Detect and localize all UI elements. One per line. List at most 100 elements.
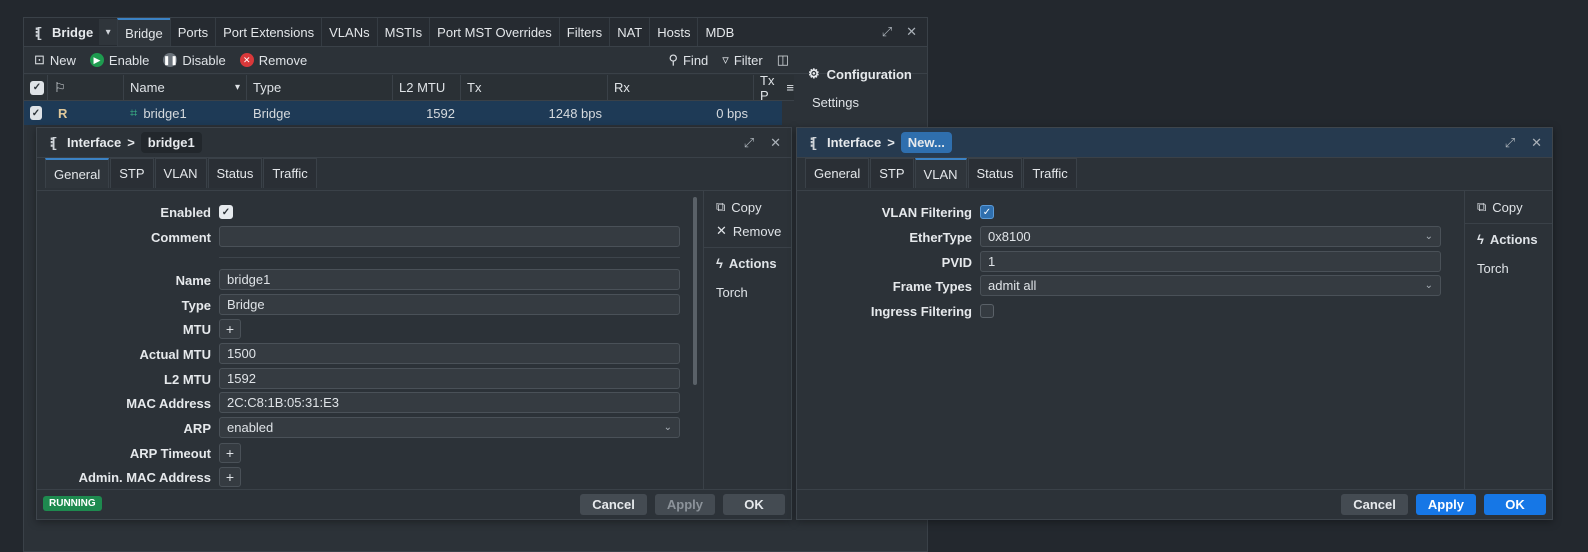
admin-mac-add-button[interactable]: + bbox=[219, 467, 241, 487]
arp-select[interactable]: enabled ⌄ bbox=[219, 417, 680, 438]
tab-stp[interactable]: STP bbox=[110, 158, 154, 188]
apply-button[interactable]: Apply bbox=[654, 494, 715, 515]
frame-types-select[interactable]: admit all ⌄ bbox=[980, 275, 1441, 296]
column-l2mtu[interactable]: L2 MTU bbox=[393, 75, 461, 100]
column-name[interactable]: Name ▾ bbox=[124, 75, 247, 100]
breadcrumb-separator: > bbox=[887, 135, 895, 150]
settings-link[interactable]: Settings bbox=[796, 86, 929, 119]
close-icon[interactable]: ✕ bbox=[906, 24, 917, 40]
tab-traffic[interactable]: Traffic bbox=[263, 158, 317, 188]
bridge-toolbar: ⊡ New ▶ Enable ❚❚ Disable ✕ Remove bbox=[24, 47, 927, 74]
iface2-breadcrumb: New... bbox=[900, 132, 952, 153]
iface1-title: Interface bbox=[67, 135, 122, 150]
new-label: New bbox=[49, 52, 76, 68]
tab-port-extensions[interactable]: Port Extensions bbox=[215, 18, 321, 46]
maximize-icon[interactable]: ⤢ bbox=[882, 24, 892, 40]
tab-hosts[interactable]: Hosts bbox=[649, 18, 697, 46]
cancel-button[interactable]: Cancel bbox=[1341, 494, 1408, 515]
panel-toggle-icon[interactable]: ◫ bbox=[777, 52, 789, 68]
remove-button[interactable]: ✕ Remove bbox=[239, 52, 308, 68]
close-icon[interactable]: ✕ bbox=[1531, 135, 1542, 151]
divider bbox=[704, 247, 791, 248]
column-rx[interactable]: Rx bbox=[608, 75, 754, 100]
vlan-filtering-row: VLAN Filtering bbox=[797, 201, 972, 223]
column-tx[interactable]: Tx bbox=[461, 75, 608, 100]
copy-button[interactable]: ⧉ Copy bbox=[704, 195, 791, 219]
tab-traffic[interactable]: Traffic bbox=[1023, 158, 1077, 188]
maximize-icon[interactable]: ⤢ bbox=[1505, 135, 1515, 151]
l2mtu-label: L2 MTU bbox=[164, 371, 211, 387]
remove-button[interactable]: ✕ Remove bbox=[704, 219, 791, 243]
ok-button[interactable]: OK bbox=[723, 494, 785, 515]
tab-bridge[interactable]: Bridge bbox=[117, 18, 170, 46]
mtu-label: MTU bbox=[182, 321, 211, 337]
comment-field[interactable] bbox=[219, 226, 680, 247]
tab-filters[interactable]: Filters bbox=[558, 18, 609, 46]
sort-chevron-icon: ▾ bbox=[234, 82, 240, 93]
column-menu-icon[interactable]: ≡ bbox=[786, 80, 794, 95]
column-tx-p[interactable]: Tx P ≡ bbox=[754, 73, 794, 103]
close-icon[interactable]: ✕ bbox=[770, 135, 781, 151]
copy-label: Copy bbox=[731, 199, 762, 215]
pvid-field[interactable]: 1 bbox=[980, 251, 1441, 272]
cancel-button[interactable]: Cancel bbox=[580, 494, 647, 515]
mtu-add-button[interactable]: + bbox=[219, 319, 241, 339]
copy-button[interactable]: ⧉ Copy bbox=[1465, 195, 1552, 219]
chevron-down-icon[interactable]: ▾ bbox=[99, 19, 118, 45]
tab-ports[interactable]: Ports bbox=[169, 18, 215, 46]
new-button[interactable]: ⊡ New bbox=[34, 52, 76, 68]
tab-general[interactable]: General bbox=[45, 158, 110, 188]
pause-icon: ❚❚ bbox=[163, 53, 178, 67]
tab-vlan[interactable]: VLAN bbox=[154, 158, 207, 188]
ethertype-select[interactable]: 0x8100 ⌄ bbox=[980, 226, 1441, 247]
select-all-checkbox[interactable]: ✓ bbox=[24, 75, 48, 100]
mac-field: 2C:C8:1B:05:31:E3 bbox=[219, 392, 680, 413]
vlan-filtering-checkbox[interactable]: ✓ bbox=[980, 205, 994, 219]
remove-icon: ✕ bbox=[239, 53, 254, 67]
tab-status[interactable]: Status bbox=[967, 158, 1023, 188]
find-button[interactable]: ⚲ Find bbox=[668, 52, 708, 68]
tab-status[interactable]: Status bbox=[207, 158, 263, 188]
table-row[interactable]: ✓ R ⌗ bridge1 Bridge 1592 1248 bps 0 bps bbox=[24, 101, 782, 125]
tab-mstis[interactable]: MSTIs bbox=[376, 18, 430, 46]
arp-row: ARP bbox=[37, 417, 211, 439]
bridge-toolbar-right: ⚲ Find ▿ Filter ◫ bbox=[668, 52, 789, 68]
column-type[interactable]: Type bbox=[247, 75, 393, 100]
iface1-footer: RUNNING Cancel Apply OK bbox=[37, 489, 791, 519]
arp-timeout-row: ARP Timeout bbox=[37, 442, 211, 464]
tab-vlans[interactable]: VLANs bbox=[321, 18, 376, 46]
type-label: Type bbox=[181, 297, 211, 313]
filter-button[interactable]: ▿ Filter bbox=[722, 52, 762, 68]
arp-timeout-add-button[interactable]: + bbox=[219, 443, 241, 463]
enable-button[interactable]: ▶ Enable bbox=[89, 53, 149, 68]
iface1-window-controls: ⤢ ✕ bbox=[744, 135, 791, 151]
admin-mac-row: Admin. MAC Address bbox=[37, 466, 211, 488]
torch-button[interactable]: Torch bbox=[704, 275, 791, 304]
interface-window-new: ⁝[ Interface > New... ⤢ ✕ General STP VL… bbox=[796, 127, 1553, 520]
remove-label: Remove bbox=[258, 52, 308, 68]
ok-button[interactable]: OK bbox=[1484, 494, 1546, 515]
maximize-icon[interactable]: ⤢ bbox=[744, 135, 754, 151]
row-checkbox[interactable]: ✓ bbox=[24, 101, 48, 125]
tab-general[interactable]: General bbox=[805, 158, 870, 188]
enabled-checkbox[interactable]: ✓ bbox=[219, 205, 233, 219]
ethertype-row: EtherType bbox=[797, 226, 972, 248]
disable-button[interactable]: ❚❚ Disable bbox=[163, 53, 226, 68]
close-icon: ✕ bbox=[716, 223, 727, 238]
apply-button[interactable]: Apply bbox=[1415, 494, 1476, 515]
tab-stp[interactable]: STP bbox=[870, 158, 914, 188]
tab-vlan[interactable]: VLAN bbox=[914, 158, 967, 188]
flag-column-header[interactable]: ⚐ bbox=[48, 75, 124, 100]
name-field[interactable]: bridge1 bbox=[219, 269, 680, 290]
actions-icon: ϟ bbox=[716, 256, 723, 271]
remove-label: Remove bbox=[732, 223, 782, 239]
actual-mtu-field: 1500 bbox=[219, 343, 680, 364]
enabled-label: Enabled bbox=[160, 204, 211, 220]
tab-nat[interactable]: NAT bbox=[609, 18, 649, 46]
tab-port-mst-overrides[interactable]: Port MST Overrides bbox=[429, 18, 559, 46]
scrollbar[interactable] bbox=[693, 197, 697, 385]
tab-mdb[interactable]: MDB bbox=[697, 18, 741, 46]
ingress-filtering-checkbox[interactable] bbox=[980, 304, 994, 318]
filter-icon: ▿ bbox=[722, 52, 729, 67]
torch-button[interactable]: Torch bbox=[1465, 251, 1552, 280]
